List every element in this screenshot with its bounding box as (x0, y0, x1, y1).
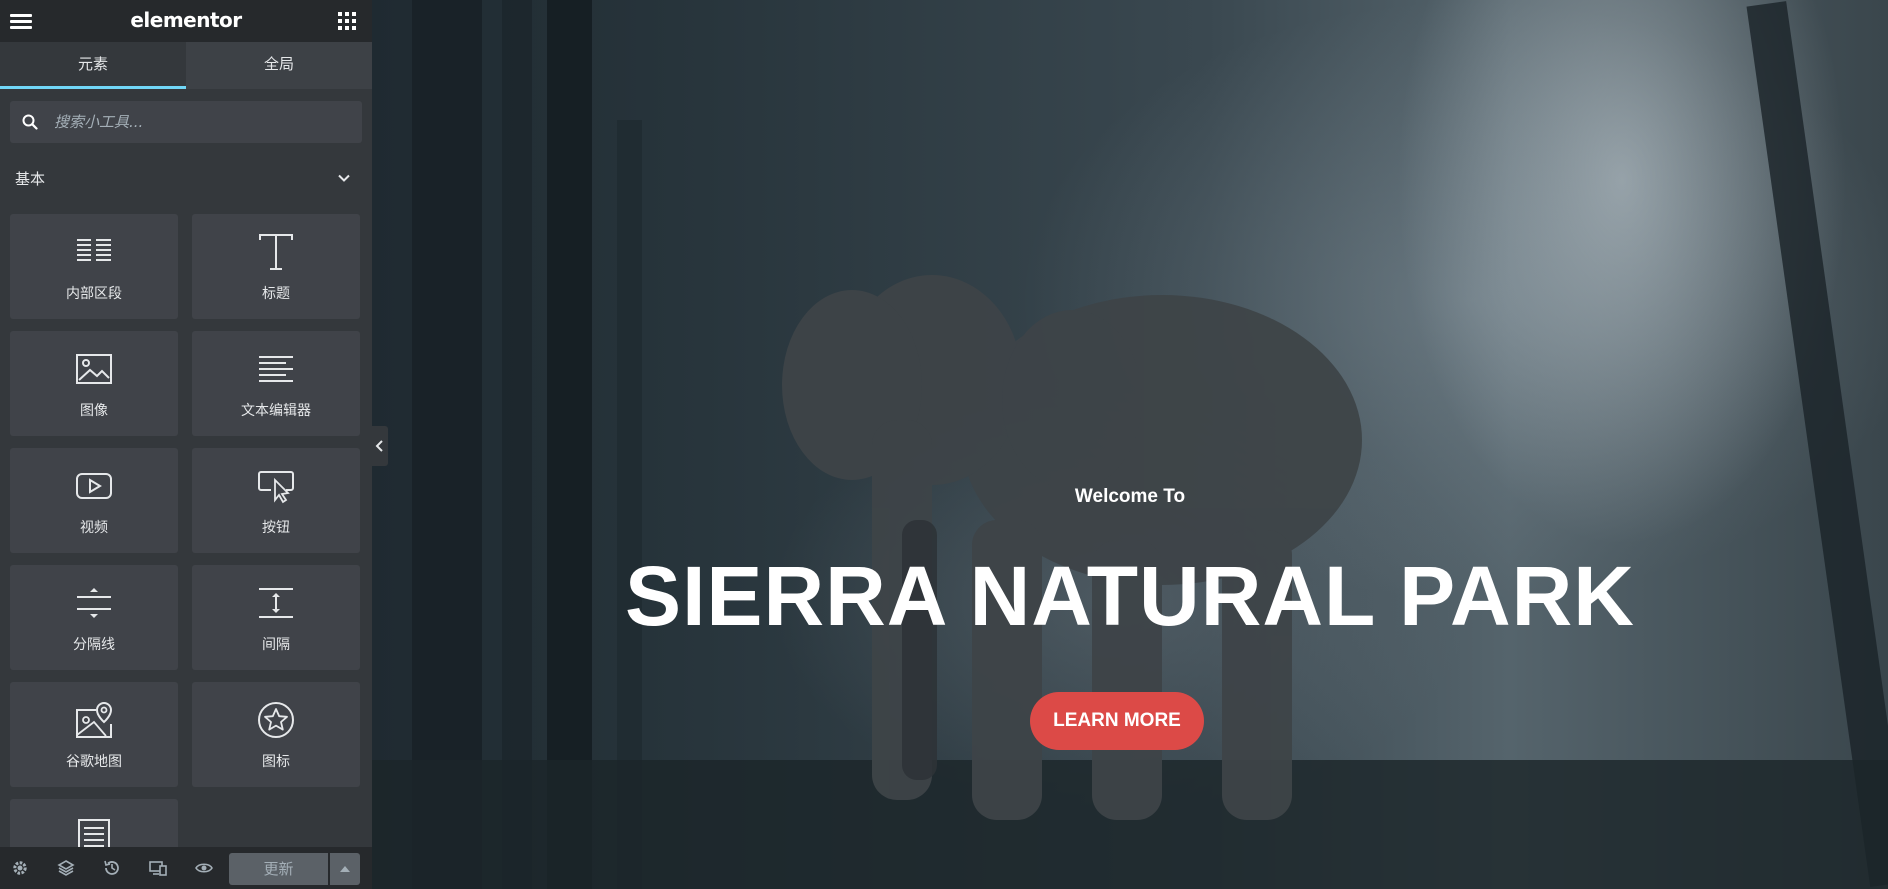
video-icon (76, 473, 112, 499)
settings-icon[interactable] (11, 859, 29, 877)
widget-label: 文本编辑器 (241, 403, 311, 419)
widget-search (10, 101, 362, 143)
widget-label: 内部区段 (66, 286, 122, 302)
navigator-icon[interactable] (57, 859, 75, 877)
image-icon (76, 354, 112, 384)
text-editor-icon (259, 356, 293, 382)
preview-canvas: Welcome To SIERRA NATURAL PARK LEARN MOR… (372, 0, 1888, 889)
divider-icon (77, 588, 111, 618)
learn-more-button[interactable]: LEARN MORE (1030, 692, 1204, 750)
widget-image[interactable]: 图像 (10, 331, 178, 436)
widget-label: 谷歌地图 (66, 754, 122, 770)
hero-subtitle: Welcome To (1074, 486, 1186, 507)
icon-widget-icon (258, 702, 294, 738)
widget-label: 按钮 (262, 520, 290, 536)
widget-grid: 内部区段 标题 图像 文本编辑器 视频 按钮 分隔线 间隔 谷歌地图 图标 (10, 214, 362, 889)
widget-label: 视频 (80, 520, 108, 536)
panel-header: elementor (0, 0, 372, 42)
elementor-panel: elementor 元素 全局 基本 (0, 0, 372, 889)
widget-inner-section[interactable]: 内部区段 (10, 214, 178, 319)
elementor-logo: elementor (130, 8, 242, 32)
chevron-down-icon (338, 174, 350, 182)
panel-tabs: 元素 全局 (0, 42, 372, 89)
tab-elements[interactable]: 元素 (0, 42, 186, 89)
widget-icon[interactable]: 图标 (192, 682, 360, 787)
search-input[interactable] (54, 101, 354, 143)
history-icon[interactable] (103, 859, 121, 877)
widget-divider[interactable]: 分隔线 (10, 565, 178, 670)
chevron-left-icon (375, 440, 383, 452)
widget-label: 图像 (80, 403, 108, 419)
category-label: 基本 (15, 170, 46, 188)
widget-label: 图标 (262, 754, 290, 770)
widgets-grid-icon[interactable] (338, 12, 356, 30)
spacer-icon (259, 588, 293, 618)
tab-global[interactable]: 全局 (186, 42, 372, 89)
search-icon (22, 114, 38, 130)
google-maps-icon (76, 701, 113, 738)
update-button[interactable]: 更新 (229, 853, 328, 885)
widget-spacer[interactable]: 间隔 (192, 565, 360, 670)
category-basic[interactable]: 基本 (0, 151, 372, 206)
widget-label: 标题 (262, 286, 290, 302)
heading-icon (259, 234, 293, 270)
panel-footer: 更新 (0, 847, 372, 889)
widget-video[interactable]: 视频 (10, 448, 178, 553)
widget-label: 分隔线 (73, 637, 115, 653)
hero-title: SIERRA NATURAL PARK (625, 549, 1635, 643)
save-options-toggle[interactable] (330, 853, 360, 885)
inner-section-icon (77, 239, 111, 261)
panel-collapse-toggle[interactable] (372, 426, 388, 466)
responsive-icon[interactable] (149, 859, 167, 877)
widget-label: 间隔 (262, 637, 290, 653)
hero-background-image (372, 0, 1888, 889)
widget-text-editor[interactable]: 文本编辑器 (192, 331, 360, 436)
widget-google-maps[interactable]: 谷歌地图 (10, 682, 178, 787)
widget-heading[interactable]: 标题 (192, 214, 360, 319)
widget-button[interactable]: 按钮 (192, 448, 360, 553)
button-icon (258, 471, 294, 504)
preview-eye-icon[interactable] (195, 859, 213, 877)
